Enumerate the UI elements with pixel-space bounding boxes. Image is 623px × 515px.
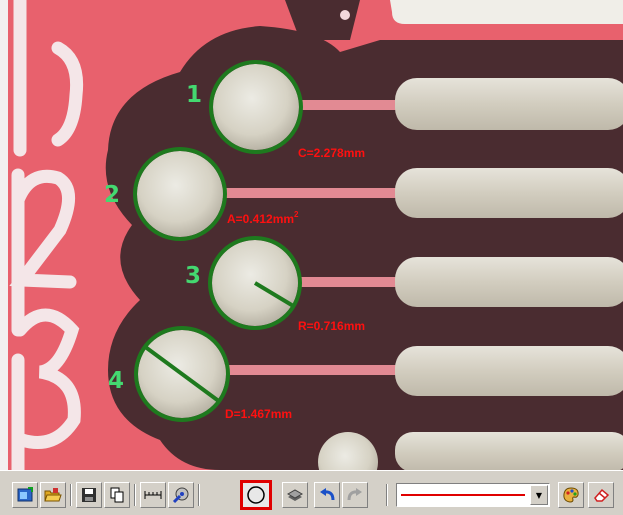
image-capture-icon	[16, 486, 34, 504]
redo-arrow-icon	[346, 487, 364, 503]
via-hole	[340, 10, 350, 20]
color-palette-button[interactable]	[558, 482, 584, 508]
pin-label-4: 4	[108, 368, 124, 394]
circle-icon	[246, 485, 266, 505]
pcb-image: 1 2 3 4 C=2.278mm A=0.412mm2 R=0.716mm D…	[0, 0, 623, 470]
calibrate-button[interactable]	[168, 482, 194, 508]
capture-image-button[interactable]	[12, 482, 38, 508]
board-edge	[0, 0, 8, 470]
line-color-swatch	[401, 494, 525, 496]
open-file-button[interactable]	[40, 482, 66, 508]
calibration-icon	[172, 486, 190, 504]
pin-label-2: 2	[104, 182, 120, 208]
line-style-dropdown[interactable]: ▼	[396, 483, 550, 507]
folder-open-icon	[44, 486, 62, 504]
floppy-disk-icon	[81, 487, 97, 503]
circle-tool-button[interactable]	[240, 480, 272, 510]
toolbar: ▼	[0, 470, 623, 515]
undo-arrow-icon	[318, 487, 336, 503]
circumference-readout: C=2.278mm	[298, 146, 365, 160]
pad-2	[137, 151, 223, 237]
copy-button[interactable]	[104, 482, 130, 508]
layers-icon	[286, 487, 304, 503]
save-button[interactable]	[76, 482, 102, 508]
undo-button[interactable]	[314, 482, 340, 508]
copy-pages-icon	[109, 487, 125, 503]
ruler-button[interactable]	[140, 482, 166, 508]
microscope-image-view[interactable]: 1 2 3 4 C=2.278mm A=0.412mm2 R=0.716mm D…	[0, 0, 623, 470]
chevron-down-icon[interactable]: ▼	[530, 485, 548, 505]
ruler-icon	[144, 489, 162, 501]
radius-readout: R=0.716mm	[298, 319, 365, 333]
eraser-icon	[592, 487, 610, 503]
eraser-button[interactable]	[588, 482, 614, 508]
palette-icon	[562, 486, 580, 504]
layers-button[interactable]	[282, 482, 308, 508]
diameter-readout: D=1.467mm	[225, 407, 292, 421]
pad-1	[213, 64, 299, 150]
redo-button[interactable]	[342, 482, 368, 508]
pin-label-3: 3	[185, 263, 201, 289]
pin-label-1: 1	[186, 82, 202, 108]
top-finger	[390, 0, 623, 24]
area-readout: A=0.412mm2	[227, 210, 299, 226]
